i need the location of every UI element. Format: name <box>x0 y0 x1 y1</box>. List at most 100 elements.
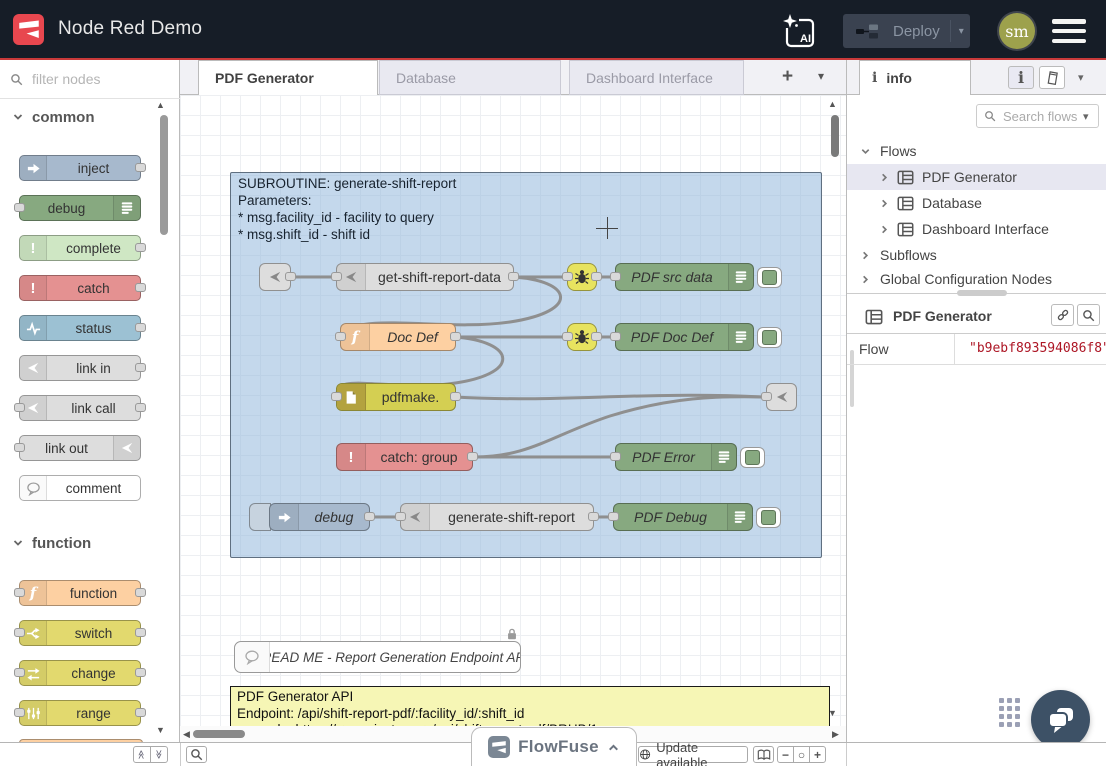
input-port[interactable] <box>608 512 619 521</box>
tab-database[interactable]: Database <box>379 60 561 95</box>
canvas-scroll-left-icon[interactable]: ◀ <box>183 730 190 739</box>
search-flows-box[interactable]: ▾ <box>976 104 1099 128</box>
node-pdf-debug[interactable]: PDF Debug <box>613 503 753 531</box>
tree-item-global-config[interactable]: Global Configuration Nodes <box>847 266 1106 292</box>
node-readme-comment[interactable]: READ ME - Report Generation Endpoint API <box>234 641 521 673</box>
input-port[interactable] <box>562 332 573 341</box>
input-port[interactable] <box>14 403 25 412</box>
output-port[interactable] <box>591 332 602 341</box>
input-port[interactable] <box>14 668 25 677</box>
deploy-options-caret-icon[interactable]: ▾ <box>959 26 964 37</box>
palette-node-comment[interactable]: comment <box>19 475 141 501</box>
palette-node-change[interactable]: change <box>19 660 141 686</box>
deploy-button[interactable]: Deploy ▾ <box>843 14 970 48</box>
navigator-button[interactable] <box>753 746 774 763</box>
node-debug-bug-2[interactable] <box>567 323 597 351</box>
chat-help-button[interactable] <box>1031 690 1090 749</box>
output-port[interactable] <box>135 163 146 172</box>
flowfuse-banner[interactable]: FlowFuse <box>471 727 637 766</box>
tree-item-dashboard-interface[interactable]: Dashboard Interface <box>847 216 1106 242</box>
search-node-button[interactable] <box>1077 304 1100 326</box>
tree-item-flows[interactable]: Flows <box>847 138 1106 164</box>
input-port[interactable] <box>14 203 25 212</box>
tab-dashboard-interface[interactable]: Dashboard Interface <box>569 60 744 95</box>
output-port[interactable] <box>135 628 146 637</box>
output-port[interactable] <box>135 243 146 252</box>
palette-node-function[interactable]: f function <box>19 580 141 606</box>
node-pdf-src-data[interactable]: PDF src data <box>615 263 754 291</box>
node-catch-group[interactable]: ! catch: group <box>336 443 473 471</box>
main-menu-button[interactable] <box>1052 19 1086 43</box>
api-info-text[interactable]: PDF Generator API Endpoint: /api/shift-r… <box>230 686 830 726</box>
canvas-search-button[interactable] <box>186 746 207 763</box>
palette-search[interactable] <box>0 60 180 99</box>
tree-item-database[interactable]: Database <box>847 190 1106 216</box>
output-port[interactable] <box>591 272 602 281</box>
debug-toggle-button[interactable] <box>740 447 765 468</box>
output-port[interactable] <box>588 512 599 521</box>
node-pdf-error[interactable]: PDF Error <box>615 443 737 471</box>
input-port[interactable] <box>14 708 25 717</box>
palette-category-function[interactable]: function <box>0 532 178 554</box>
tab-info[interactable]: i info <box>859 60 971 95</box>
input-port[interactable] <box>610 452 621 461</box>
input-port[interactable] <box>331 272 342 281</box>
palette-node-catch[interactable]: ! catch <box>19 275 141 301</box>
inject-trigger-button[interactable] <box>249 503 271 531</box>
canvas-hscrollbar-thumb[interactable] <box>193 730 245 738</box>
palette-scroll-down-icon[interactable]: ▼ <box>156 726 165 735</box>
input-port[interactable] <box>14 443 25 452</box>
node-generate-shift-report[interactable]: generate-shift-report <box>400 503 594 531</box>
palette-node-link-out[interactable]: link out <box>19 435 141 461</box>
node-link-in[interactable] <box>259 263 291 291</box>
search-flows-input[interactable] <box>1001 108 1083 125</box>
output-port[interactable] <box>135 363 146 372</box>
node-get-shift-report-data[interactable]: get-shift-report-data <box>336 263 514 291</box>
output-port[interactable] <box>450 392 461 401</box>
input-port[interactable] <box>562 272 573 281</box>
expand-all-button[interactable]: ≫ <box>150 746 168 763</box>
node-link-out[interactable] <box>766 383 797 411</box>
node-pdf-doc-def[interactable]: PDF Doc Def <box>615 323 754 351</box>
sidebar-options-caret-icon[interactable]: ▾ <box>1078 71 1084 84</box>
palette-node-link-call[interactable]: link call <box>19 395 141 421</box>
input-port[interactable] <box>610 272 621 281</box>
input-port[interactable] <box>331 392 342 401</box>
palette-node-debug[interactable]: debug <box>19 195 141 221</box>
info-toggle-button[interactable]: i <box>1008 66 1034 89</box>
node-doc-def[interactable]: f Doc Def <box>340 323 456 351</box>
zoom-out-button[interactable]: − <box>777 746 794 763</box>
flow-list-caret-icon[interactable]: ▾ <box>818 69 824 83</box>
collapse-all-button[interactable]: ≫ <box>133 746 151 763</box>
input-port[interactable] <box>395 512 406 521</box>
canvas-scroll-right-icon[interactable]: ▶ <box>832 730 839 739</box>
flow-canvas[interactable]: SUBROUTINE: generate-shift-report Parame… <box>180 95 846 726</box>
zoom-reset-button[interactable]: ○ <box>793 746 810 763</box>
palette-node-complete[interactable]: ! complete <box>19 235 141 261</box>
divider-drag-handle[interactable] <box>957 290 1007 296</box>
palette-scrollbar-thumb[interactable] <box>160 115 168 235</box>
input-port[interactable] <box>14 628 25 637</box>
tab-pdf-generator[interactable]: PDF Generator <box>198 60 378 95</box>
palette-node-status[interactable]: status <box>19 315 141 341</box>
output-port[interactable] <box>508 272 519 281</box>
zoom-in-button[interactable]: + <box>809 746 826 763</box>
debug-toggle-button[interactable] <box>757 267 782 288</box>
input-port[interactable] <box>761 392 772 401</box>
filter-nodes-input[interactable] <box>30 70 164 88</box>
debug-toggle-button[interactable] <box>756 507 781 528</box>
output-port[interactable] <box>364 512 375 521</box>
help-book-button[interactable] <box>1039 66 1065 89</box>
ai-assistant-button[interactable]: AI <box>782 13 818 49</box>
node-inject-debug[interactable]: debug <box>269 503 370 531</box>
tree-item-pdf-generator[interactable]: PDF Generator <box>847 164 1106 190</box>
add-flow-button[interactable]: + <box>782 66 793 88</box>
output-port[interactable] <box>285 272 296 281</box>
output-port[interactable] <box>450 332 461 341</box>
debug-toggle-button[interactable] <box>757 327 782 348</box>
input-port[interactable] <box>14 588 25 597</box>
user-avatar[interactable]: sm <box>999 13 1035 49</box>
input-port[interactable] <box>335 332 346 341</box>
output-port[interactable] <box>135 323 146 332</box>
output-port[interactable] <box>135 668 146 677</box>
